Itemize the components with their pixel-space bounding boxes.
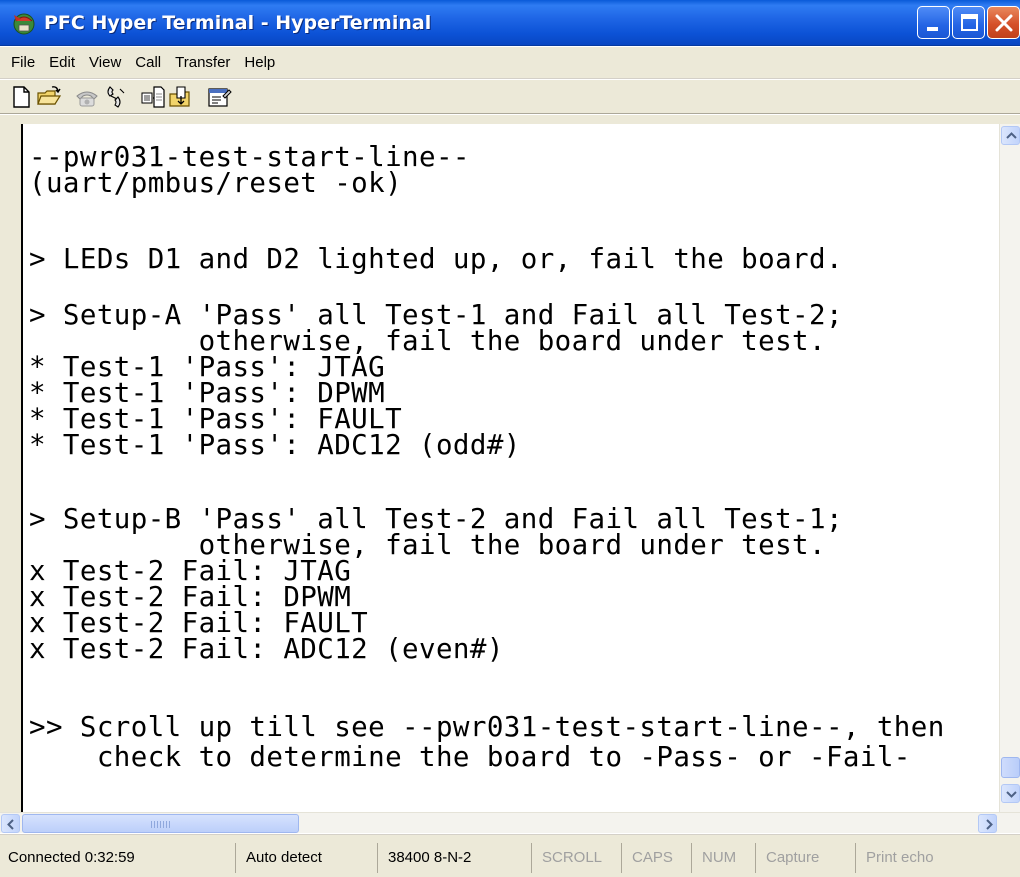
properties-icon (208, 88, 232, 107)
terminal-screen[interactable]: --pwr031-test-start-line-- (uart/pmbus/r… (21, 124, 999, 812)
chevron-right-icon (986, 819, 993, 830)
scroll-up-button[interactable] (1001, 126, 1020, 145)
status-caps: CAPS (624, 843, 692, 873)
new-document-button[interactable] (8, 84, 34, 110)
open-button[interactable] (36, 84, 62, 110)
scroll-grip (151, 821, 171, 828)
title-bar[interactable]: PFC Hyper Terminal - HyperTerminal (0, 0, 1020, 46)
status-num: NUM (694, 843, 756, 873)
terminal-line: >> Scroll up till see --pwr031-test-star… (29, 711, 945, 743)
status-connected: Connected 0:32:59 (0, 843, 236, 873)
scroll-down-button[interactable] (1001, 784, 1020, 803)
toolbar (0, 80, 1020, 114)
scroll-right-button[interactable] (978, 814, 997, 833)
status-print-echo: Print echo (866, 849, 934, 866)
menu-view[interactable]: View (84, 47, 130, 79)
call-button[interactable] (74, 84, 100, 110)
receive-button[interactable] (168, 84, 194, 110)
horizontal-scroll-thumb[interactable] (22, 814, 299, 833)
receive-icon (169, 86, 190, 107)
new-document-icon (13, 86, 30, 108)
chevron-up-icon (1006, 132, 1017, 139)
chevron-left-icon (7, 819, 14, 830)
terminal-line: * Test-1 'Pass': ADC12 (odd#) (29, 429, 521, 461)
call-phone-icon (76, 91, 98, 107)
disconnect-button[interactable] (102, 84, 128, 110)
terminal-line: > LEDs D1 and D2 lighted up, or, fail th… (29, 243, 843, 275)
properties-button[interactable] (206, 84, 232, 110)
disconnect-phone-icon (107, 86, 125, 108)
open-folder-icon (37, 86, 62, 105)
menu-help[interactable]: Help (239, 47, 284, 79)
minimize-icon (927, 27, 938, 31)
chevron-down-icon (1006, 791, 1017, 798)
minimize-button[interactable] (917, 6, 950, 39)
send-button[interactable] (140, 84, 166, 110)
terminal-line: x Test-2 Fail: ADC12 (even#) (29, 633, 504, 665)
status-detect: Auto detect (238, 843, 378, 873)
status-scroll: SCROLL (534, 843, 622, 873)
status-bar: Connected 0:32:59 Auto detect 38400 8-N-… (0, 834, 1020, 877)
vertical-scroll-thumb[interactable] (1001, 757, 1020, 778)
window-title: PFC Hyper Terminal - HyperTerminal (44, 12, 432, 34)
scroll-left-button[interactable] (1, 814, 20, 833)
menu-transfer[interactable]: Transfer (170, 47, 239, 79)
status-capture: Capture (758, 843, 856, 873)
horizontal-scrollbar[interactable] (0, 812, 1020, 833)
menu-edit[interactable]: Edit (44, 47, 84, 79)
menu-call[interactable]: Call (130, 47, 170, 79)
menu-bar: File Edit View Call Transfer Help (0, 47, 1020, 79)
close-icon (995, 14, 1013, 32)
maximize-button[interactable] (952, 6, 985, 39)
terminal-line: (uart/pmbus/reset -ok) (29, 167, 403, 199)
maximize-icon (961, 14, 978, 31)
terminal-line: check to determine the board to -Pass- o… (29, 741, 911, 773)
hyperterminal-icon (13, 13, 35, 35)
vertical-scrollbar[interactable] (999, 124, 1020, 812)
status-port-settings: 38400 8-N-2 (380, 843, 532, 873)
send-icon (141, 86, 165, 108)
close-button[interactable] (987, 6, 1020, 39)
menu-file[interactable]: File (6, 47, 44, 79)
